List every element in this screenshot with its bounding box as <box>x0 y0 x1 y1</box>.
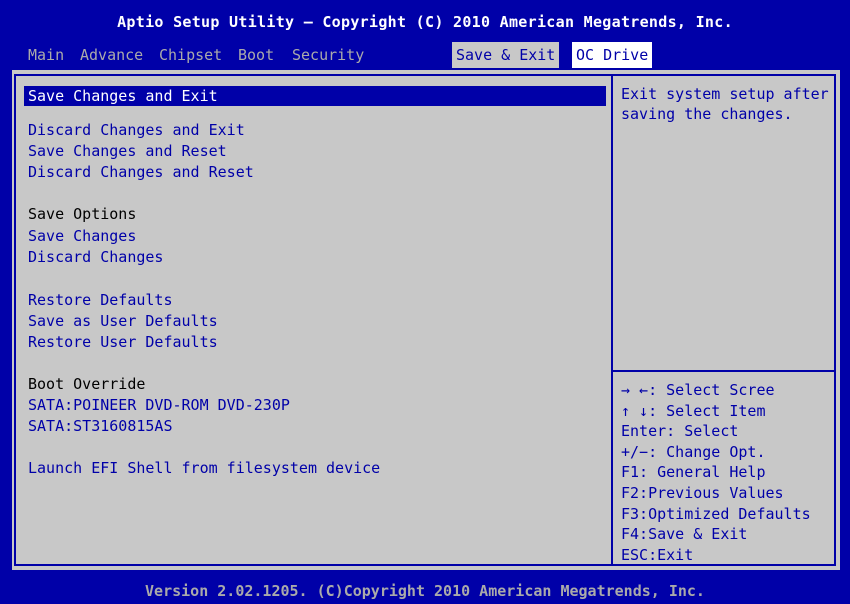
tab-oc-drive[interactable]: OC Drive <box>572 42 653 68</box>
key-help-select-screen: → ←: Select Scree <box>621 381 775 399</box>
save-changes-item[interactable]: Save Changes <box>28 226 136 246</box>
help-text: Exit system setup after saving the chang… <box>621 85 829 123</box>
key-help-select-item: ↑ ↓: Select Item <box>621 401 766 420</box>
version-footer: Version 2.02.1205. (C)Copyright 2010 Ame… <box>145 582 705 600</box>
save-changes-and-reset-item[interactable]: Save Changes and Reset <box>28 141 227 161</box>
discard-changes-and-reset-item[interactable]: Discard Changes and Reset <box>28 162 254 182</box>
main-panel: Save Changes and Exit Discard Changes an… <box>12 70 840 570</box>
key-help-f4: F4:Save & Exit <box>621 525 748 544</box>
save-as-user-defaults-item[interactable]: Save as User Defaults <box>28 311 218 331</box>
boot-device-dvd-item[interactable]: SATA:POINEER DVD-ROM DVD-230P <box>28 395 290 415</box>
discard-changes-and-exit-item[interactable]: Discard Changes and Exit <box>28 120 245 140</box>
launch-efi-shell-item[interactable]: Launch EFI Shell from filesystem device <box>28 458 380 478</box>
key-help-f2: F2:Previous Values <box>621 483 784 502</box>
key-help-list: → ←: Select Scree ↑ ↓: Select Item Enter… <box>621 380 836 565</box>
vertical-divider <box>611 76 613 564</box>
tab-boot[interactable]: Boot <box>234 42 278 68</box>
boot-device-hdd-item[interactable]: SATA:ST3160815AS <box>28 416 173 436</box>
tab-main[interactable]: Main <box>24 42 68 68</box>
bios-screen: Aptio Setup Utility – Copyright (C) 2010… <box>0 0 850 604</box>
window-title: Aptio Setup Utility – Copyright (C) 2010… <box>0 6 850 38</box>
boot-override-heading: Boot Override <box>28 375 146 393</box>
key-help-f1: F1: General Help <box>621 463 766 482</box>
save-options-heading: Save Options <box>28 205 137 223</box>
tab-save-exit[interactable]: Save & Exit <box>452 42 560 68</box>
key-help-f3: F3:Optimized Defaults <box>621 504 811 523</box>
discard-changes-item[interactable]: Discard Changes <box>28 247 163 267</box>
panel-border: Save Changes and Exit Discard Changes an… <box>14 74 836 566</box>
tab-bar: Main Advance Chipset Boot Security Save … <box>0 42 850 68</box>
tab-advance[interactable]: Advance <box>76 42 147 68</box>
save-changes-and-exit-item[interactable]: Save Changes and Exit <box>24 86 606 106</box>
key-help-esc: ESC:Exit <box>621 545 694 564</box>
key-help-enter: Enter: Select <box>621 422 739 441</box>
horizontal-divider <box>613 370 834 372</box>
key-help-change-opt: +/−: Change Opt. <box>621 442 766 461</box>
tab-security[interactable]: Security <box>288 42 368 68</box>
tab-chipset[interactable]: Chipset <box>155 42 226 68</box>
restore-user-defaults-item[interactable]: Restore User Defaults <box>28 332 218 352</box>
restore-defaults-item[interactable]: Restore Defaults <box>28 290 173 310</box>
